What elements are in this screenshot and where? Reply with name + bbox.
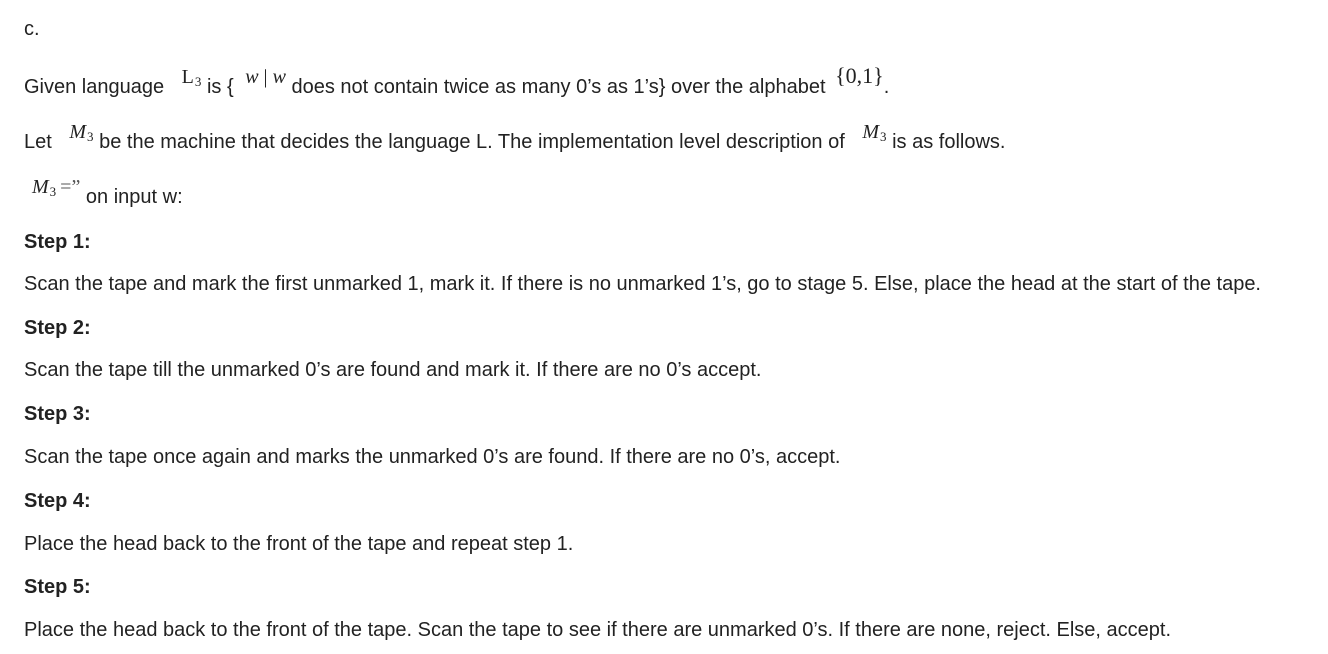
machine-subscript-2: 3 (880, 129, 887, 144)
step-3-heading: Step 3: (24, 403, 91, 425)
on-input-text: on input w: (85, 186, 183, 208)
let-text: Let (24, 131, 52, 153)
machine-symbol: M3 (69, 120, 93, 146)
step-2-heading: Step 2: (24, 317, 91, 339)
machine-letter-3: M (32, 176, 49, 198)
language-subscript: 3 (194, 74, 202, 89)
step-3-text: Scan the tape once again and marks the u… (24, 446, 841, 468)
step-4-heading: Step 4: (24, 490, 91, 512)
language-letter: L (181, 66, 194, 88)
machine-letter: M (69, 121, 87, 143)
step-5-heading: Step 5: (24, 576, 91, 598)
is-text: is { (206, 76, 234, 98)
open-quote: ” (71, 176, 81, 198)
language-symbol: L3 (182, 65, 202, 91)
machine-subscript-3: 3 (49, 184, 57, 199)
given-text: Given language (24, 76, 165, 98)
machine-definition-line: Let M3 be the machine that decides the l… (24, 121, 1006, 156)
step-4-text: Place the head back to the front of the … (24, 533, 574, 555)
part-label: c. (24, 18, 40, 40)
machine-description-text: be the machine that decides the language… (99, 131, 845, 153)
equals-sign: = (60, 176, 72, 198)
condition-text: does not contain twice as many 0’s as 1’… (291, 76, 826, 98)
set-builder-w2: w (272, 66, 286, 88)
as-follows-text: is as follows. (892, 131, 1006, 153)
machine-symbol-2: M3 (862, 120, 886, 146)
set-builder-expression: w | w (245, 65, 286, 89)
machine-letter-2: M (862, 121, 880, 143)
step-5-text: Place the head back to the front of the … (24, 619, 1172, 641)
language-definition-line: Given language L3 is { w | w does not co… (24, 64, 890, 101)
alphabet-set: {0,1} (835, 63, 884, 88)
step-1-heading: Step 1: (24, 231, 91, 253)
set-builder-w1: w (245, 66, 259, 88)
machine-input-line: M3 =” on input w: (24, 176, 183, 211)
step-2-text: Scan the tape till the unmarked 0’s are … (24, 359, 762, 381)
period-text: . (883, 76, 890, 98)
machine-subscript: 3 (87, 129, 94, 144)
set-builder-bar: | (263, 66, 268, 88)
machine-symbol-3: M3 (32, 175, 56, 201)
step-1-text: Scan the tape and mark the first unmarke… (24, 273, 1261, 295)
